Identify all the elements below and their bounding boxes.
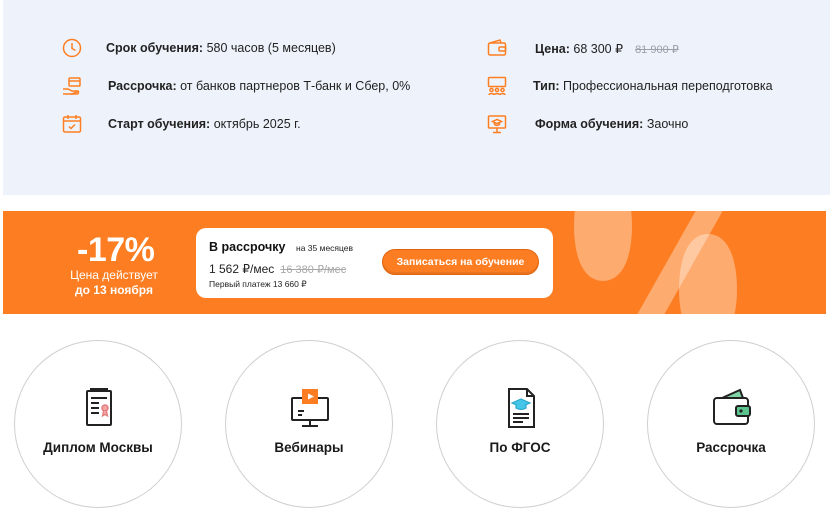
- info-form-label: Форма обучения:: [535, 117, 644, 131]
- price-valid-until: Цена действует до 13 ноября: [3, 268, 225, 298]
- clock-icon: [61, 37, 83, 59]
- feature-moscow-diploma: Диплом Москвы: [14, 340, 182, 508]
- installment-term: на 35 месяцев: [296, 243, 354, 253]
- info-start: Старт обучения: октябрь 2025 г.: [61, 113, 301, 135]
- feature-label: По ФГОС: [489, 440, 551, 455]
- info-duration-value: 580 часов (5 месяцев): [206, 41, 336, 55]
- info-type-label: Тип:: [533, 79, 560, 93]
- info-start-value: октябрь 2025 г.: [213, 117, 301, 131]
- feature-fgos: По ФГОС: [436, 340, 604, 508]
- info-price: Цена: 68 300 ₽ 81 900 ₽: [486, 37, 679, 59]
- price-valid-text: Цена действует: [70, 268, 158, 282]
- info-start-label: Старт обучения:: [108, 117, 211, 131]
- info-form: Форма обучения: Заочно: [486, 113, 688, 135]
- info-installment: Рассрочка: от банков партнеров Т-банк и …: [61, 75, 410, 97]
- diploma-icon: [75, 384, 123, 432]
- price-valid-date: до 13 ноября: [75, 283, 153, 297]
- monthly-price-value: 1 562 ₽/мес: [209, 262, 275, 276]
- wallet-icon: [708, 384, 756, 432]
- installment-title: В рассрочку: [209, 240, 286, 254]
- info-price-label: Цена:: [535, 41, 570, 56]
- percent-decoration-icon: [574, 211, 737, 314]
- info-form-value: Заочно: [646, 117, 689, 131]
- info-duration-label: Срок обучения:: [106, 41, 204, 55]
- feature-label: Диплом Москвы: [43, 440, 153, 455]
- course-info-panel: Срок обучения: 580 часов (5 месяцев) Рас…: [3, 0, 830, 195]
- info-duration: Срок обучения: 580 часов (5 месяцев): [61, 37, 336, 59]
- fgos-document-icon: [497, 384, 545, 432]
- hand-card-icon: [61, 75, 83, 97]
- info-price-old: 81 900 ₽: [635, 43, 679, 56]
- calendar-icon: [61, 113, 83, 135]
- monitor-cap-icon: [486, 113, 508, 135]
- feature-webinars: Вебинары: [225, 340, 393, 508]
- info-type: Тип: Профессиональная переподготовка: [486, 75, 773, 97]
- monthly-price: 1 562 ₽/мес 16 380 ₽/мес: [209, 262, 346, 276]
- feature-label: Рассрочка: [696, 440, 766, 455]
- promo-banner: -17% Цена действует до 13 ноября В расср…: [3, 211, 826, 314]
- webinar-icon: [286, 384, 334, 432]
- wallet-small-icon: [486, 37, 508, 59]
- monthly-price-old: 16 380 ₽/мес: [280, 264, 347, 276]
- info-type-value: Профессиональная переподготовка: [563, 79, 773, 93]
- first-payment: Первый платеж 13 660 ₽: [209, 279, 307, 289]
- group-board-icon: [486, 75, 508, 97]
- info-price-value: 68 300 ₽: [573, 41, 624, 56]
- feature-installment: Рассрочка: [647, 340, 815, 508]
- enroll-button[interactable]: Записаться на обучение: [382, 249, 539, 275]
- info-installment-value: от банков партнеров Т-банк и Сбер, 0%: [180, 79, 411, 93]
- discount-value: -17%: [77, 231, 155, 269]
- installment-card: В рассрочку на 35 месяцев 1 562 ₽/мес 16 …: [196, 228, 553, 298]
- feature-label: Вебинары: [274, 440, 344, 455]
- info-installment-label: Рассрочка:: [108, 79, 177, 93]
